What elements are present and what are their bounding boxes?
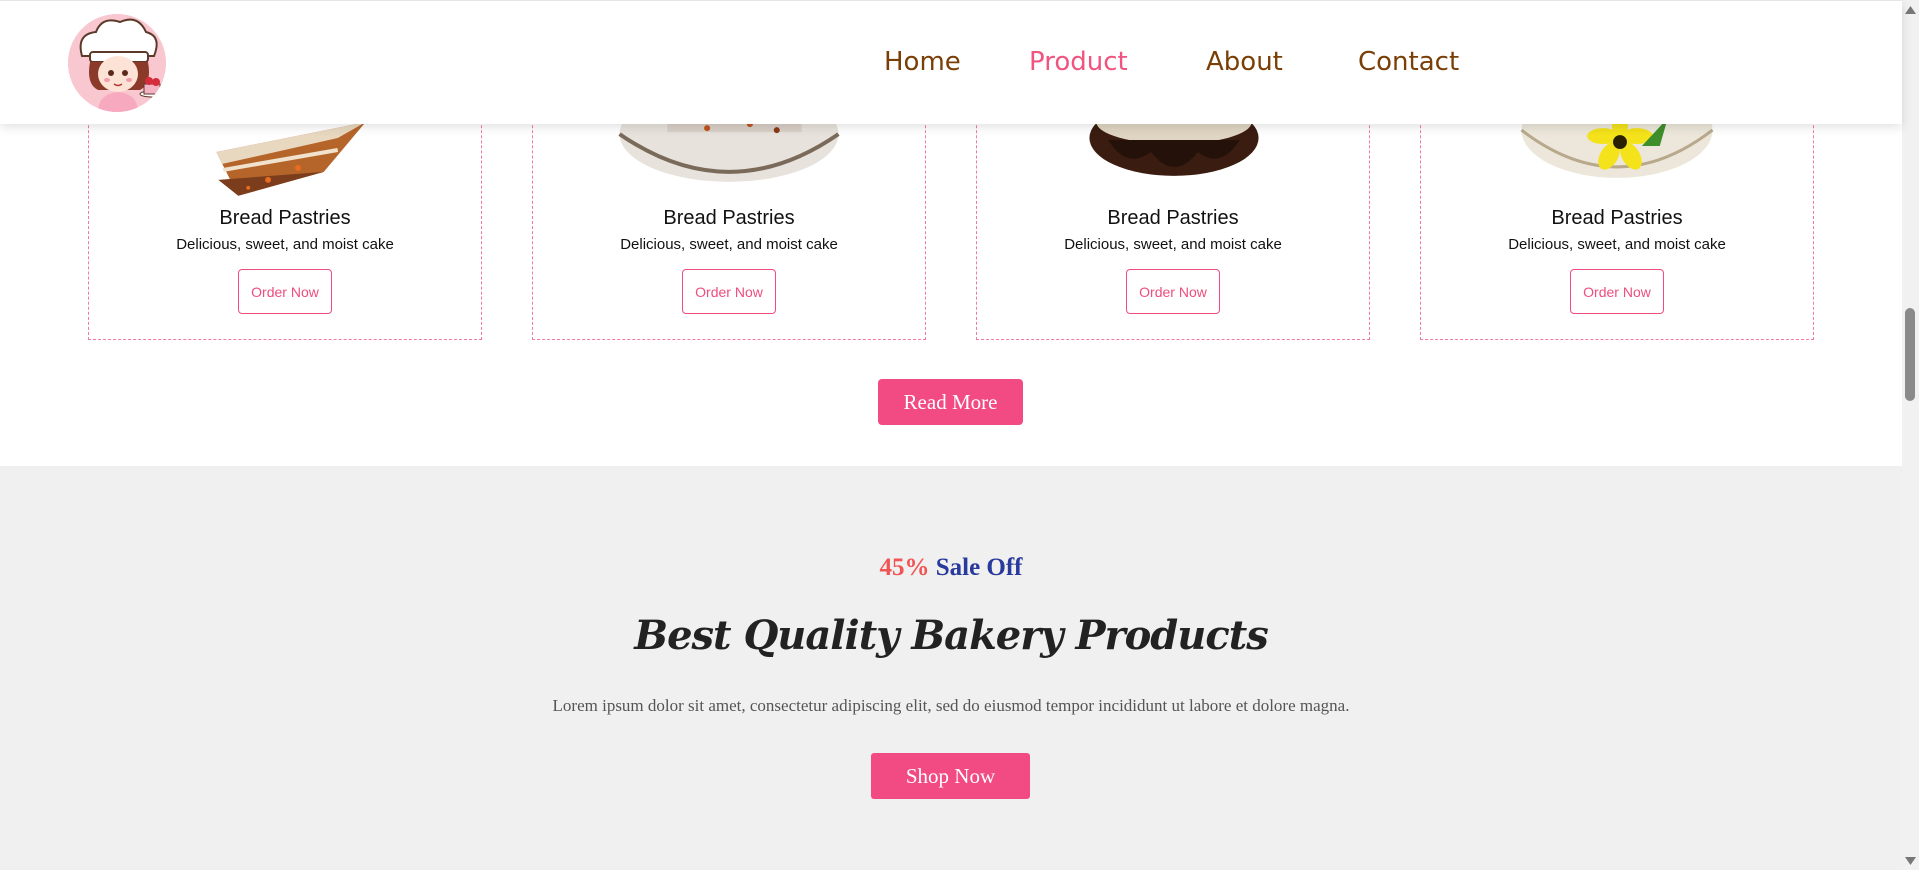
shop-now-button[interactable]: Shop Now bbox=[871, 753, 1030, 799]
product-card: Bread Pastries Delicious, sweet, and moi… bbox=[88, 100, 482, 340]
product-title: Bread Pastries bbox=[219, 207, 351, 229]
nav-product[interactable]: Product bbox=[1029, 47, 1128, 77]
site-header: Home Product About Contact bbox=[0, 0, 1902, 124]
sale-section: 45% Sale Off Best Quality Bakery Product… bbox=[0, 466, 1902, 870]
chef-logo[interactable] bbox=[68, 14, 166, 112]
sale-title: Best Quality Bakery Products bbox=[634, 612, 1268, 659]
product-card: Bread Pastries Delicious, sweet, and moi… bbox=[976, 100, 1370, 340]
product-description: Delicious, sweet, and moist cake bbox=[1064, 236, 1282, 253]
read-more-button[interactable]: Read More bbox=[878, 379, 1023, 425]
sale-percent: 45% bbox=[879, 554, 930, 581]
order-now-button[interactable]: Order Now bbox=[682, 269, 776, 314]
scroll-up-arrow-icon[interactable] bbox=[1902, 2, 1919, 17]
order-now-button[interactable]: Order Now bbox=[1570, 269, 1664, 314]
product-card: Bread Pastries Delicious, sweet, and moi… bbox=[1420, 100, 1814, 340]
chef-girl-icon bbox=[68, 14, 166, 112]
sale-description: Lorem ipsum dolor sit amet, consectetur … bbox=[552, 696, 1350, 715]
nav-home[interactable]: Home bbox=[884, 47, 961, 77]
page-scrollbar[interactable] bbox=[1902, 0, 1919, 870]
product-card: Bread Pastries Delicious, sweet, and moi… bbox=[532, 100, 926, 340]
scrollbar-thumb[interactable] bbox=[1905, 308, 1915, 401]
product-description: Delicious, sweet, and moist cake bbox=[620, 236, 838, 253]
nav-about[interactable]: About bbox=[1206, 47, 1283, 77]
sale-label: Sale Off bbox=[935, 554, 1023, 581]
nav-contact[interactable]: Contact bbox=[1358, 47, 1459, 77]
order-now-button[interactable]: Order Now bbox=[1126, 269, 1220, 314]
scroll-down-arrow-icon[interactable] bbox=[1902, 853, 1919, 868]
product-title: Bread Pastries bbox=[1551, 207, 1683, 229]
product-description: Delicious, sweet, and moist cake bbox=[176, 236, 394, 253]
order-now-button[interactable]: Order Now bbox=[238, 269, 332, 314]
product-title: Bread Pastries bbox=[663, 207, 795, 229]
sale-headline: 45% Sale Off bbox=[0, 554, 1902, 582]
product-title: Bread Pastries bbox=[1107, 207, 1239, 229]
product-description: Delicious, sweet, and moist cake bbox=[1508, 236, 1726, 253]
